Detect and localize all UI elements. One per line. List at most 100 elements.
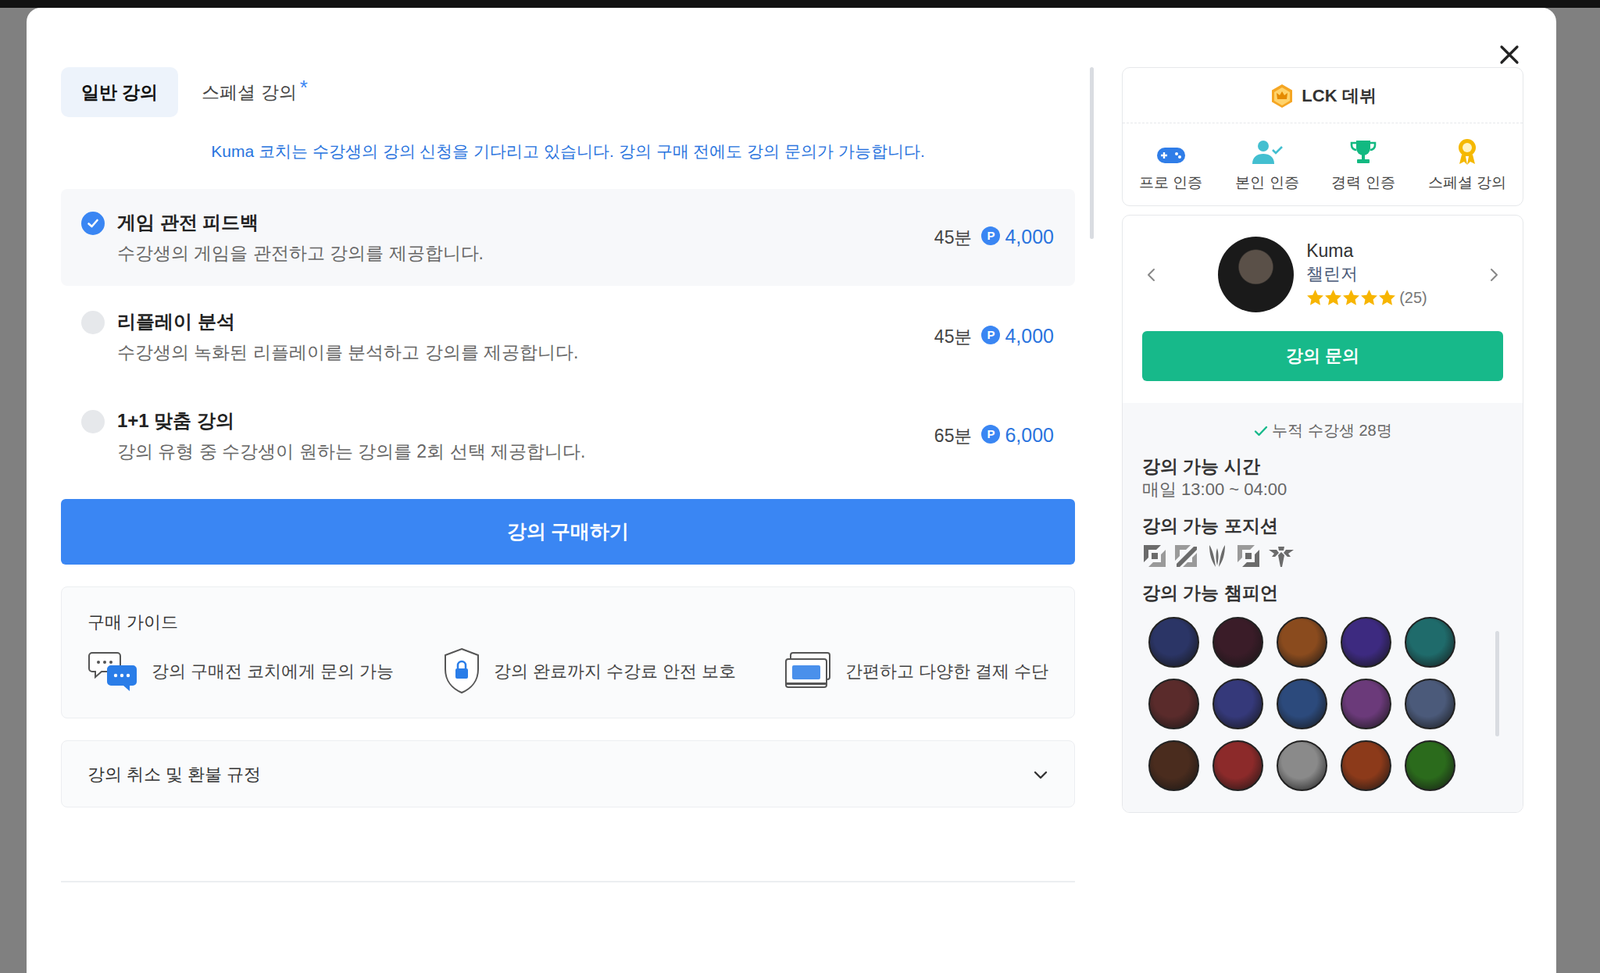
champion-portrait[interactable] [1148,740,1200,792]
guide-text: 강의 구매전 코치에게 문의 가능 [151,658,394,685]
lesson-duration: 65분 [934,422,973,450]
purchase-guide: 구매 가이드강의 구매전 코치에게 문의 가능 강의 완료까지 수강료 안전 보호… [60,586,1075,719]
badge-card: LCK 데뷔프로 인증 본인 인증 경력 인증 스페셜 강의 [1121,67,1524,207]
hours-label: 강의 가능 시간 [1142,454,1504,479]
point-icon: P [981,325,1000,345]
champion-portrait[interactable] [1276,617,1328,668]
lesson-desc: 강의 유형 중 수강생이 원하는 강의를 2회 선택 제공합니다. [117,439,586,464]
gamepad-icon [1156,137,1186,166]
lesson-desc: 수강생의 게임을 관전하고 강의를 제공합니다. [117,241,484,265]
prev-arrow-icon[interactable] [1142,264,1161,284]
point-icon: P [981,226,1000,246]
trophy-icon [1349,137,1378,166]
champion-portrait[interactable] [1404,617,1456,668]
notice-text: Kuma 코치는 수강생의 강의 신청을 기다리고 있습니다. 강의 구매 전에… [60,140,1075,163]
lesson-radio[interactable] [81,410,105,434]
tab-label: 일반 강의 [81,78,158,107]
cert-label: 프로 인증 [1139,171,1203,195]
lesson-title: 리플레이 분석 [117,309,579,335]
champion-portrait[interactable] [1212,678,1264,730]
cert-label: 경력 인증 [1331,171,1395,195]
point-icon: P [981,425,1000,444]
lesson-title: 게임 관전 피드백 [117,210,484,236]
inquiry-button[interactable]: 강의 문의 [1142,331,1504,382]
champion-portrait[interactable] [1340,617,1392,668]
lck-badge-icon [1268,81,1296,109]
payment-icon [784,651,833,691]
user-check-icon [1251,137,1283,166]
guide-text: 간편하고 다양한 결제 수단 [845,658,1049,685]
chevron-down-icon[interactable] [1032,761,1049,788]
coach-tier: 챌린저 [1306,262,1428,286]
refund-policy[interactable]: 강의 취소 및 환불 규정 [60,740,1075,808]
champion-portrait[interactable] [1148,678,1200,730]
guide-text: 강의 완료까지 수강료 안전 보호 [493,658,736,685]
tab-bar: 일반 강의 스페셜 강의* [60,67,1075,118]
cert-item: 프로 인증 [1139,123,1203,206]
champion-portrait[interactable] [1212,617,1264,668]
champion-portrait[interactable] [1404,740,1456,792]
next-arrow-icon[interactable] [1484,264,1504,284]
coach-avatar [1217,236,1294,313]
refund-title: 강의 취소 및 환불 규정 [87,761,261,788]
lesson-modal: 일반 강의스페셜 강의*Kuma 코치는 수강생의 강의 신청을 기다리고 있습… [26,7,1557,973]
champions-label: 강의 가능 챔피언 [1142,581,1504,605]
champion-portrait[interactable] [1276,740,1328,792]
guide-item: 강의 완료까지 수강료 안전 보호 [442,647,736,695]
lesson-radio[interactable] [81,211,105,236]
guide-item: 강의 구매전 코치에게 문의 가능 [87,648,394,694]
chat-icon [87,648,140,694]
badge-title: LCK 데뷔 [1301,82,1376,109]
lesson-option[interactable]: 1+1 맞춤 강의강의 유형 중 수강생이 원하는 강의를 2회 선택 제공합니… [60,387,1075,485]
guide-title: 구매 가이드 [87,609,1049,636]
scrollbar[interactable] [1089,67,1094,240]
champion-portrait[interactable] [1148,617,1200,668]
divider [60,881,1075,883]
lesson-radio[interactable] [81,310,105,335]
tab-badge: * [300,72,308,104]
cert-item: 경력 인증 [1331,123,1395,206]
lesson-list: 게임 관전 피드백수강생의 게임을 관전하고 강의를 제공합니다.45분P4,0… [60,189,1075,485]
student-count: 누적 수강생 28명 [1271,418,1392,443]
coach-card: Kuma챌린저(25)강의 문의누적 수강생 28명강의 가능 시간매일 13:… [1121,214,1524,814]
jungle-icon [1173,543,1199,569]
lesson-price: 4,000 [1004,321,1054,352]
champion-portrait[interactable] [1404,678,1456,730]
scrollbar[interactable] [1495,631,1500,737]
lesson-duration: 45분 [934,224,973,252]
mid-lane-icon [1204,543,1230,569]
rating-stars [1306,289,1397,307]
hours-value: 매일 13:00 ~ 04:00 [1142,478,1504,502]
tab[interactable]: 일반 강의 [60,67,179,118]
buy-button[interactable]: 강의 구매하기 [60,499,1075,565]
coach-name: Kuma [1306,239,1428,263]
lesson-title: 1+1 맞춤 강의 [117,408,586,434]
positions-label: 강의 가능 포지션 [1142,514,1504,538]
lesson-desc: 수강생의 녹화된 리플레이를 분석하고 강의를 제공합니다. [117,340,579,365]
champion-portrait[interactable] [1276,678,1328,730]
champion-grid [1142,617,1504,792]
bot-lane-icon [1235,543,1261,569]
tab-label: 스페셜 강의 [201,78,297,107]
close-icon[interactable] [1498,43,1521,66]
champion-portrait[interactable] [1212,740,1264,792]
lesson-option[interactable]: 리플레이 분석수강생의 녹화된 리플레이를 분석하고 강의를 제공합니다. 45분… [60,288,1075,386]
medal-icon [1455,137,1479,166]
champion-portrait[interactable] [1340,678,1392,730]
champion-portrait[interactable] [1340,740,1392,792]
cert-item: 본인 인증 [1235,123,1299,206]
lesson-option[interactable]: 게임 관전 피드백수강생의 게임을 관전하고 강의를 제공합니다. 45분 P4,0… [60,189,1075,286]
tab[interactable]: 스페셜 강의* [181,67,329,118]
lesson-panel: 일반 강의 스페셜 강의* Kuma 코치는 수강생의 강의 신청을 기다리고 있습… [60,67,1075,883]
coach-panel: LCK 데뷔프로 인증본인 인증경력 인증스페셜 강의Kuma챌린저(25)강의… [1121,67,1524,814]
top-strip [0,0,1600,8]
cert-label: 스페셜 강의 [1428,171,1507,195]
lesson-duration: 45분 [934,323,973,351]
check-icon [1253,418,1269,443]
shield-lock-icon [442,647,482,695]
lesson-price: 4,000 [1004,222,1054,253]
cert-item: 스페셜 강의 [1428,123,1507,206]
support-icon [1267,543,1296,569]
cert-label: 본인 인증 [1235,171,1299,195]
lesson-price: 6,000 [1004,421,1054,451]
